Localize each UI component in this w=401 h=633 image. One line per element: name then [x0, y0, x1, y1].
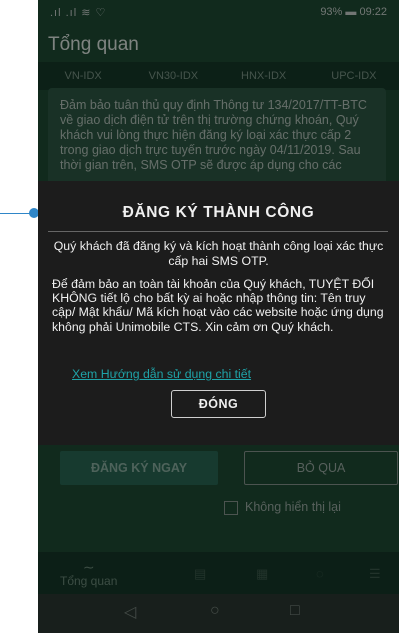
dialog-message: Quý khách đã đăng ký và kích hoạt thành …	[53, 239, 384, 268]
dialog-divider	[48, 231, 388, 232]
success-dialog: ĐĂNG KÝ THÀNH CÔNG Quý khách đã đăng ký …	[38, 181, 399, 445]
marker-line	[0, 213, 32, 214]
dialog-warning: Để đảm bảo an toàn tài khoản của Quý khá…	[52, 277, 384, 334]
phone-screen: .ıl .ıl ≋ ♡ 93% ▬ 09:22 Tổng quan VN-IDX…	[38, 0, 399, 633]
user-guide-link[interactable]: Xem Hướng dẫn sử dụng chi tiết	[72, 367, 251, 381]
close-button[interactable]: ĐÓNG	[171, 390, 266, 418]
dialog-title: ĐĂNG KÝ THÀNH CÔNG	[122, 204, 315, 221]
